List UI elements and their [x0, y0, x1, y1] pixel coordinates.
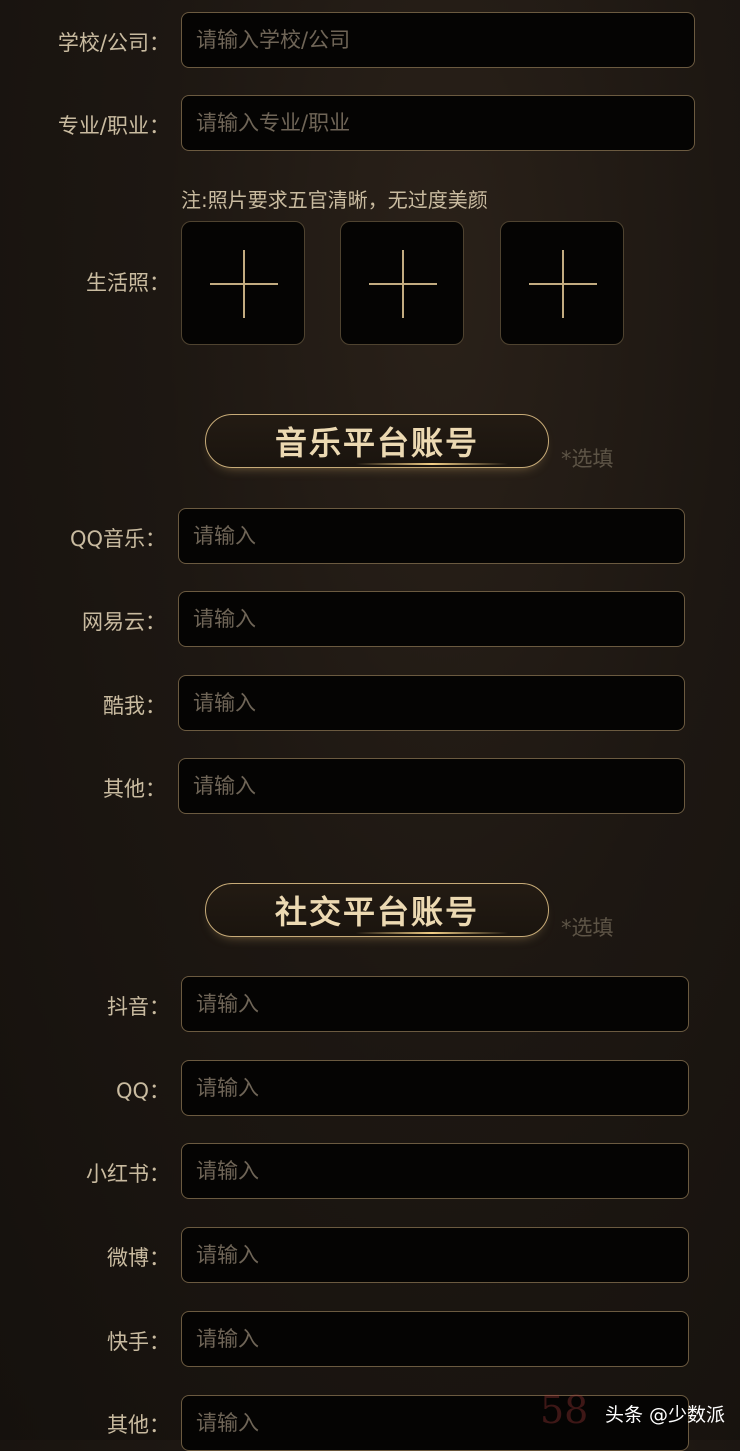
netease-label: 网易云：: [82, 610, 166, 634]
school-label: 学校/公司：: [57, 31, 170, 55]
music-other-input[interactable]: [191, 773, 684, 799]
qq-input[interactable]: [194, 1075, 688, 1101]
qqmusic-field[interactable]: [178, 508, 685, 564]
major-field[interactable]: [181, 95, 695, 151]
social-section-title: 社交平台账号: [205, 883, 549, 937]
photo-note: 注:照片要求五官清晰，无过度美颜: [181, 188, 488, 212]
music-other-field[interactable]: [178, 758, 685, 814]
social-other-label: 其他：: [107, 1413, 170, 1437]
douyin-field[interactable]: [181, 976, 689, 1032]
douyin-input[interactable]: [194, 991, 688, 1017]
kuwo-input[interactable]: [191, 690, 684, 716]
kuaishou-label: 快手：: [107, 1330, 170, 1354]
weibo-label: 微博：: [107, 1246, 170, 1270]
kuwo-label: 酷我：: [103, 694, 166, 718]
music-section-title: 音乐平台账号: [205, 414, 549, 468]
xiaohongshu-label: 小红书：: [86, 1162, 170, 1186]
kuaishou-field[interactable]: [181, 1311, 689, 1367]
xiaohongshu-input[interactable]: [194, 1158, 688, 1184]
music-optional-tag: *选填: [561, 447, 614, 471]
school-field[interactable]: [181, 12, 695, 68]
major-input[interactable]: [194, 110, 694, 136]
weibo-input[interactable]: [194, 1242, 688, 1268]
kuwo-field[interactable]: [178, 675, 685, 731]
netease-input[interactable]: [191, 606, 684, 632]
weibo-field[interactable]: [181, 1227, 689, 1283]
music-other-label: 其他：: [103, 777, 166, 801]
social-optional-tag: *选填: [561, 916, 614, 940]
netease-field[interactable]: [178, 591, 685, 647]
major-label: 专业/职业：: [57, 114, 170, 138]
qq-label: QQ：: [115, 1079, 170, 1103]
xiaohongshu-field[interactable]: [181, 1143, 689, 1199]
douyin-label: 抖音：: [107, 995, 170, 1019]
photo-upload-2[interactable]: [340, 221, 464, 345]
qqmusic-input[interactable]: [191, 523, 684, 549]
school-input[interactable]: [194, 27, 694, 53]
kuaishou-input[interactable]: [194, 1326, 688, 1352]
qqmusic-label: QQ音乐：: [69, 527, 166, 551]
photo-label: 生活照：: [86, 271, 170, 295]
watermark-logo: 58: [540, 1388, 589, 1432]
watermark-text: 头条 @少数派: [605, 1404, 726, 1426]
photo-upload-1[interactable]: [181, 221, 305, 345]
photo-upload-3[interactable]: [500, 221, 624, 345]
qq-field[interactable]: [181, 1060, 689, 1116]
